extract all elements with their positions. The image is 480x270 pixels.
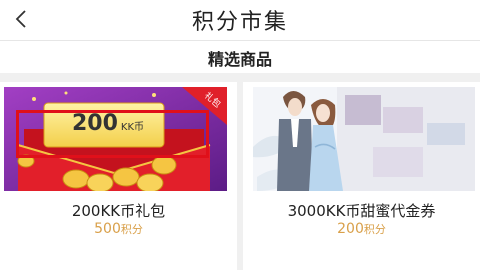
section-title: 精选商品 (207, 50, 272, 69)
product-name[interactable]: 200KK币礼包 (0, 200, 237, 221)
nav-bar: 积分市集 (0, 0, 480, 40)
section-header: 精选商品 (0, 41, 480, 73)
page-title: 积分市集 (191, 10, 288, 35)
price-value: 500 (94, 221, 121, 237)
product-price: 200积分 (243, 221, 480, 237)
product-name[interactable]: 3000KK币甜蜜代金券 (243, 200, 480, 221)
couple-illustration (253, 87, 475, 191)
product-image-voucher[interactable] (253, 87, 475, 191)
product-card-voucher[interactable]: 3000KK币甜蜜代金券 200积分 (243, 82, 480, 270)
price-unit: 积分 (363, 223, 386, 236)
price-value: 200 (337, 221, 364, 237)
price-unit: 积分 (120, 223, 143, 236)
section-gap (0, 73, 480, 82)
product-price: 500积分 (0, 221, 237, 237)
selection-highlight (16, 110, 209, 158)
